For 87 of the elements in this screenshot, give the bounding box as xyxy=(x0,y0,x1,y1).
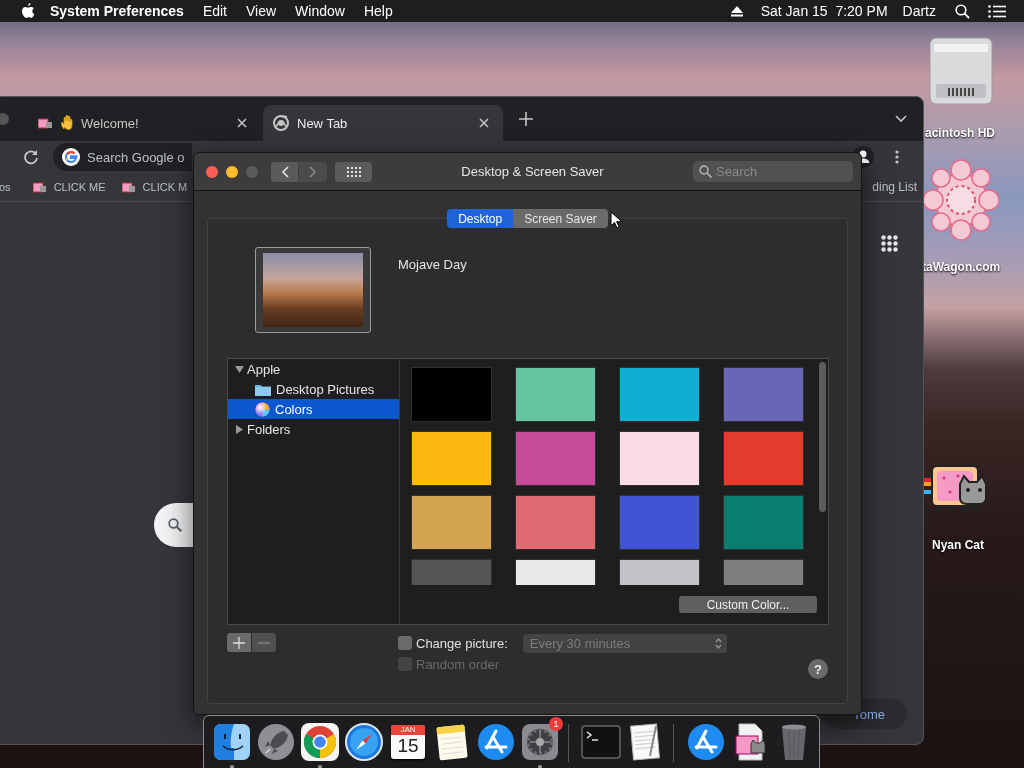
color-swatch[interactable] xyxy=(620,496,699,549)
source-list-item[interactable]: Desktop Pictures xyxy=(228,379,399,399)
color-wheel-icon xyxy=(255,401,270,417)
browser-tab[interactable]: Welcome! xyxy=(28,105,261,141)
color-swatch[interactable] xyxy=(620,432,699,485)
bookmark[interactable]: CLICK ME xyxy=(32,181,106,193)
source-list-item[interactable]: Colors xyxy=(228,399,399,419)
chrome-icon xyxy=(273,115,289,131)
picture-name: Mojave Day xyxy=(398,257,467,272)
bookmark[interactable]: CLICK M xyxy=(121,181,188,193)
cat-favicon-icon xyxy=(32,181,46,193)
more-menu-icon[interactable] xyxy=(895,150,899,164)
color-swatch[interactable] xyxy=(516,368,595,421)
color-swatch[interactable] xyxy=(724,432,803,485)
checkbox[interactable] xyxy=(398,636,412,650)
plus-icon xyxy=(233,636,245,649)
triangle-down-icon[interactable] xyxy=(235,364,244,374)
color-swatch[interactable] xyxy=(724,368,803,421)
triangle-right-icon[interactable] xyxy=(235,424,244,434)
checkbox-label[interactable]: Change picture: xyxy=(416,635,508,651)
color-swatch[interactable] xyxy=(412,432,491,485)
close-button[interactable] xyxy=(206,165,218,178)
minimize-button[interactable] xyxy=(226,165,238,178)
color-swatch[interactable] xyxy=(620,368,699,421)
google-icon xyxy=(62,148,80,166)
chrome-icon[interactable] xyxy=(300,722,340,762)
plus-icon[interactable] xyxy=(519,112,533,126)
menu-item[interactable]: Help xyxy=(363,3,393,19)
color-swatch[interactable] xyxy=(412,496,491,549)
apple-icon[interactable] xyxy=(20,2,36,20)
source-list-item[interactable]: Folders xyxy=(228,419,399,439)
reload-icon[interactable] xyxy=(23,149,39,165)
chevron-left-icon xyxy=(280,165,289,178)
search-icon xyxy=(699,165,712,178)
bookmark[interactable]: os xyxy=(0,181,11,193)
calendar-icon[interactable]: JAN 15 xyxy=(391,725,425,759)
search-field[interactable] xyxy=(154,503,193,547)
chevron-right-icon xyxy=(309,165,317,178)
app-store-icon[interactable] xyxy=(476,722,516,762)
flower-icon[interactable] xyxy=(923,156,1000,244)
apps-grid-icon[interactable] xyxy=(881,235,898,252)
source-list-item[interactable]: Apple xyxy=(228,359,399,379)
notification-badge: 1 xyxy=(549,717,563,731)
updown-icon xyxy=(714,637,722,649)
cursor-icon xyxy=(610,211,622,229)
show-all-button[interactable] xyxy=(335,161,372,182)
close-icon[interactable] xyxy=(479,118,489,128)
waving-hand-icon xyxy=(60,115,76,131)
folder-icon xyxy=(255,382,271,396)
picture-frame[interactable] xyxy=(255,247,371,333)
help-button[interactable]: ? xyxy=(808,659,828,679)
finder-icon[interactable] xyxy=(212,722,252,762)
eject-icon[interactable] xyxy=(730,5,743,17)
reading-list-link[interactable]: ding List xyxy=(872,180,917,194)
browser-tab[interactable]: New Tab xyxy=(263,105,503,141)
list-icon[interactable] xyxy=(988,4,1006,18)
rocket-icon[interactable] xyxy=(256,722,296,762)
add-button[interactable] xyxy=(227,633,251,652)
custom-color-button[interactable]: Custom Color... xyxy=(679,596,817,613)
compass-icon[interactable] xyxy=(344,722,384,762)
grid-icon xyxy=(346,166,361,177)
app-store-icon[interactable] xyxy=(686,722,726,762)
clock[interactable]: Sat Jan 15 7:20 PM xyxy=(760,3,888,19)
menu-item[interactable]: System Preferences xyxy=(50,3,184,19)
menu-item[interactable]: Window xyxy=(295,3,345,19)
close-icon[interactable] xyxy=(237,118,247,128)
address-bar[interactable]: Search Google o xyxy=(53,143,192,171)
chevron-down-icon[interactable] xyxy=(895,115,907,123)
gear-icon[interactable] xyxy=(520,722,560,762)
color-swatch[interactable] xyxy=(516,432,595,485)
desktop-icon-label[interactable]: Nyan Cat xyxy=(932,538,984,552)
color-swatch[interactable] xyxy=(412,368,491,421)
tab[interactable]: Desktop xyxy=(447,209,514,228)
tab[interactable]: Screen Saver xyxy=(513,209,608,228)
user-name[interactable]: Dartz xyxy=(902,3,936,19)
color-swatch[interactable] xyxy=(516,496,595,549)
window-title: Desktop & Screen Saver xyxy=(460,164,605,179)
scrollbar-thumb[interactable] xyxy=(819,362,826,512)
search-icon[interactable] xyxy=(955,3,970,19)
search-icon xyxy=(168,518,182,532)
cat-favicon-icon xyxy=(38,117,52,129)
back-button[interactable] xyxy=(271,161,298,182)
color-swatch[interactable] xyxy=(724,496,803,549)
menu-item[interactable]: Edit xyxy=(202,3,227,19)
cat-favicon-icon xyxy=(121,181,135,193)
search-field[interactable]: Search xyxy=(693,161,853,182)
menu-item[interactable]: View xyxy=(246,3,277,19)
